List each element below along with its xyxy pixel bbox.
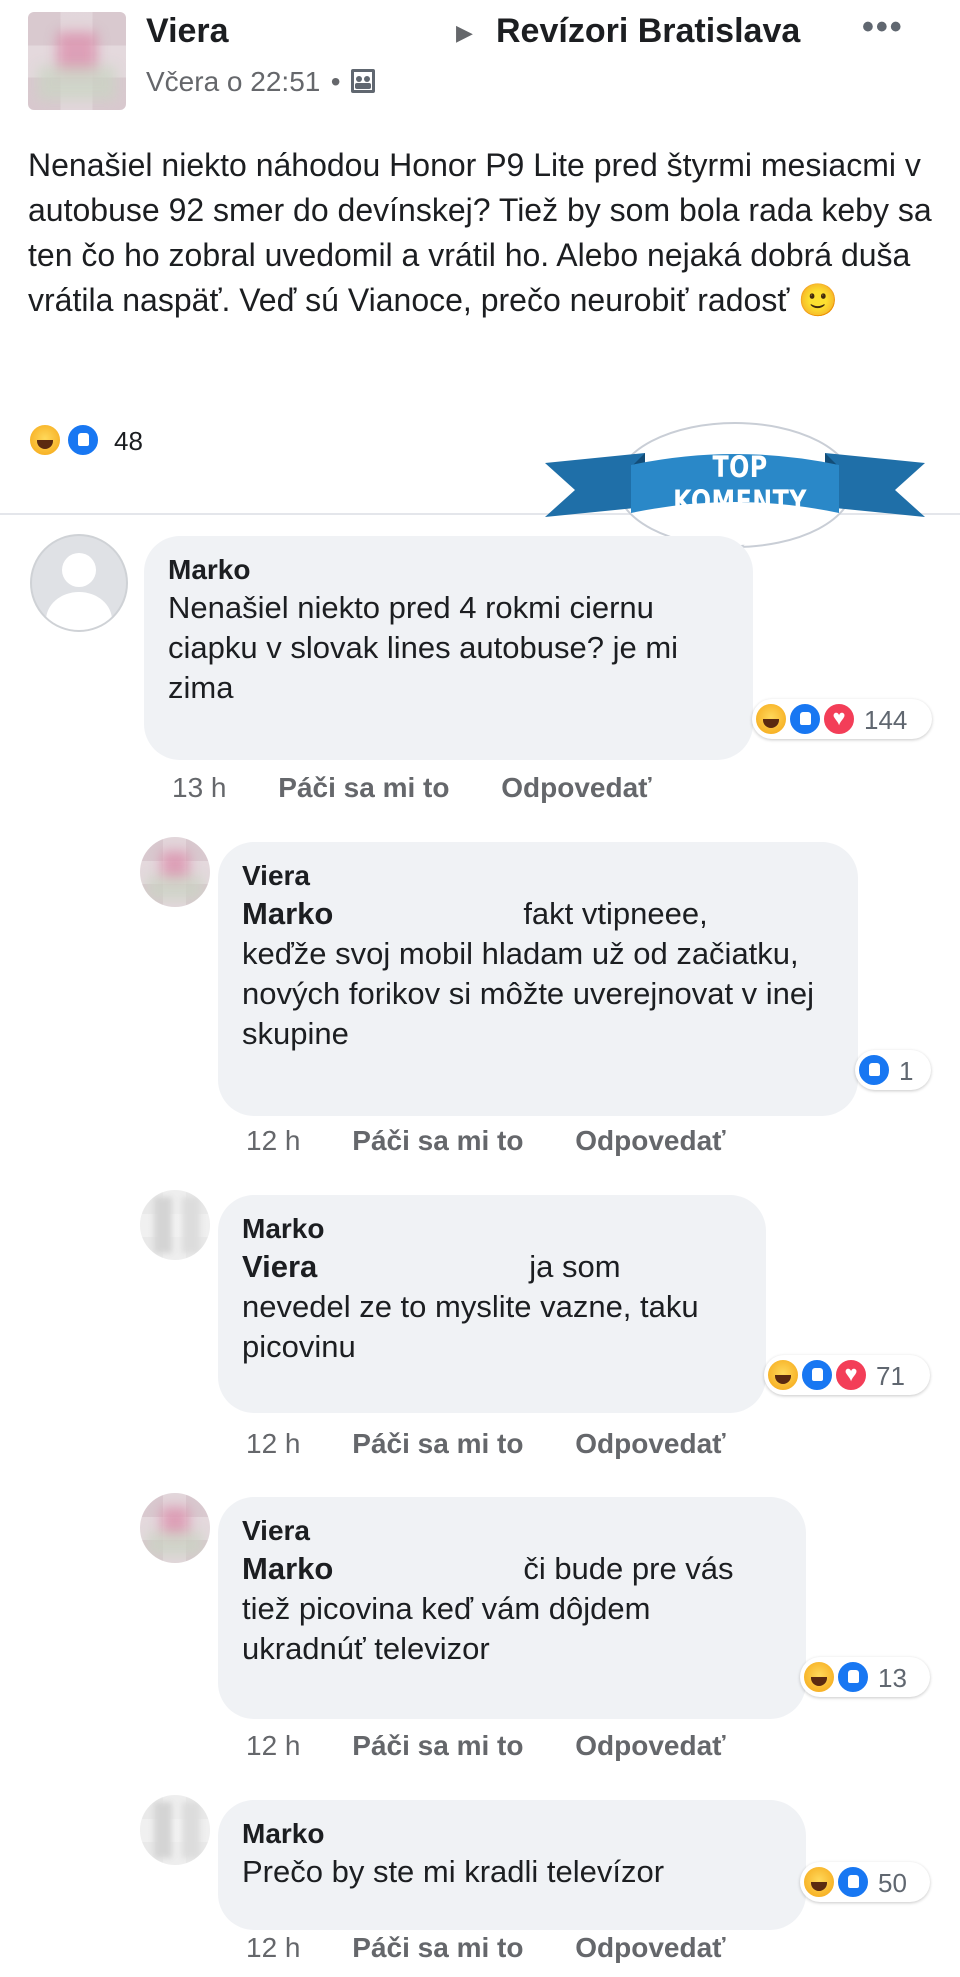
comment-reaction-count: 1 (899, 1056, 914, 1086)
comment-reactions[interactable]: 144 (752, 699, 932, 739)
comment-text-start: či bude pre vás (523, 1551, 734, 1586)
comment-author[interactable]: Marko (168, 552, 729, 588)
comment-reactions[interactable]: 50 (800, 1862, 930, 1902)
like-reaction-icon (836, 1660, 870, 1694)
love-reaction-icon (834, 1358, 868, 1392)
comment-text-first-line: Viera ja som (242, 1247, 742, 1287)
comment-text-start: fakt vtipneee, (523, 896, 708, 931)
comment-mention[interactable]: Marko (242, 1551, 333, 1586)
like-button[interactable]: Páči sa mi to (352, 1932, 523, 1963)
post-reaction-count: 48 (114, 426, 143, 456)
reply-button[interactable]: Odpovedať (575, 1428, 725, 1459)
more-options-icon[interactable]: ••• (862, 8, 904, 47)
like-button[interactable]: Páči sa mi to (278, 772, 449, 803)
comment-reactions[interactable]: 1 (855, 1050, 931, 1090)
like-button[interactable]: Páči sa mi to (352, 1428, 523, 1459)
comment-reactions[interactable]: 13 (800, 1657, 930, 1697)
like-button[interactable]: Páči sa mi to (352, 1730, 523, 1761)
comment-time[interactable]: 12 h (246, 1125, 301, 1156)
like-reaction-icon (836, 1865, 870, 1899)
comment-actions: 12 h Páči sa mi to Odpovedať (246, 1125, 726, 1157)
comment-text: Prečo by ste mi kradli televízor (242, 1854, 665, 1889)
group-name-link[interactable]: Revízori Bratislava (496, 12, 800, 51)
comment-text: nevedel ze to myslite vazne, taku picovi… (242, 1289, 699, 1364)
comment-time[interactable]: 12 h (246, 1730, 301, 1761)
post-author-name[interactable]: Viera (146, 12, 229, 51)
comment-avatar[interactable] (30, 534, 128, 632)
like-reaction-icon (66, 423, 100, 457)
like-reaction-icon (857, 1053, 891, 1087)
comment-reaction-count: 71 (876, 1361, 905, 1391)
comment-reaction-count: 50 (878, 1868, 907, 1898)
haha-reaction-icon (754, 702, 788, 736)
comment-bubble: Viera Marko či bude pre vás tiež picovina… (218, 1497, 806, 1719)
post-author-avatar[interactable] (28, 12, 126, 110)
post-text: Nenašiel niekto náhodou Honor P9 Lite pr… (28, 147, 932, 318)
reply-button[interactable]: Odpovedať (575, 1730, 725, 1761)
comment-time[interactable]: 13 h (172, 772, 227, 803)
comment-text-first-line: Marko fakt vtipneee, (242, 894, 834, 934)
comment-actions: 13 h Páči sa mi to Odpovedať (172, 772, 652, 804)
comment-reaction-count: 144 (864, 705, 908, 735)
comment-actions: 12 h Páči sa mi to Odpovedať (246, 1932, 726, 1964)
comment-text: tiež picovina keď vám dôjdem ukradnúť te… (242, 1591, 651, 1666)
comment-reaction-count: 13 (878, 1663, 907, 1693)
comment-time[interactable]: 12 h (246, 1932, 301, 1963)
post-reactions[interactable]: 48 (28, 423, 168, 459)
haha-reaction-icon (802, 1660, 836, 1694)
comment-text-first-line: Marko či bude pre vás (242, 1549, 782, 1589)
reply-button[interactable]: Odpovedať (575, 1932, 725, 1963)
reply-button[interactable]: Odpovedať (575, 1125, 725, 1156)
comment-author[interactable]: Marko (242, 1211, 742, 1247)
comment-bubble: Marko Prečo by ste mi kradli televízor (218, 1800, 806, 1930)
comment-author[interactable]: Viera (242, 858, 834, 894)
haha-reaction-icon (802, 1865, 836, 1899)
comment-text: keďže svoj mobil hladam už od začiatku, … (242, 936, 815, 1051)
post-meta-separator: • (330, 66, 341, 97)
top-comments-label: TOP KOMENTY (673, 450, 807, 518)
comment-bubble: Marko Viera ja som nevedel ze to myslite … (218, 1195, 766, 1413)
haha-reaction-icon (766, 1358, 800, 1392)
group-arrow-icon: ▶ (456, 20, 473, 45)
comment-text-start: ja som (529, 1249, 621, 1284)
comment-reactions[interactable]: 71 (764, 1355, 930, 1395)
like-reaction-icon (788, 702, 822, 736)
comment-avatar[interactable] (140, 837, 210, 907)
love-reaction-icon (822, 702, 856, 736)
haha-reaction-icon (28, 423, 62, 457)
comment-time[interactable]: 12 h (246, 1428, 301, 1459)
comment-author[interactable]: Viera (242, 1513, 782, 1549)
like-reaction-icon (800, 1358, 834, 1392)
comment-mention[interactable]: Marko (242, 896, 333, 931)
post-meta: Včera o 22:51 • (146, 66, 377, 100)
comment-actions: 12 h Páči sa mi to Odpovedať (246, 1428, 726, 1460)
comment-avatar[interactable] (140, 1493, 210, 1563)
comment-bubble: Marko Nenašiel niekto pred 4 rokmi ciern… (144, 536, 753, 760)
comment-mention[interactable]: Viera (242, 1249, 317, 1284)
comment-avatar[interactable] (140, 1795, 210, 1865)
comment-bubble: Viera Marko fakt vtipneee, keďže svoj mob… (218, 842, 858, 1116)
comment-avatar[interactable] (140, 1190, 210, 1260)
comment-text: Nenašiel niekto pred 4 rokmi ciernu ciap… (168, 590, 679, 705)
like-button[interactable]: Páči sa mi to (352, 1125, 523, 1156)
post-timestamp[interactable]: Včera o 22:51 (146, 66, 320, 97)
group-privacy-icon (349, 67, 377, 100)
reply-button[interactable]: Odpovedať (501, 772, 651, 803)
comment-author[interactable]: Marko (242, 1816, 782, 1852)
comment-actions: 12 h Páči sa mi to Odpovedať (246, 1730, 726, 1762)
